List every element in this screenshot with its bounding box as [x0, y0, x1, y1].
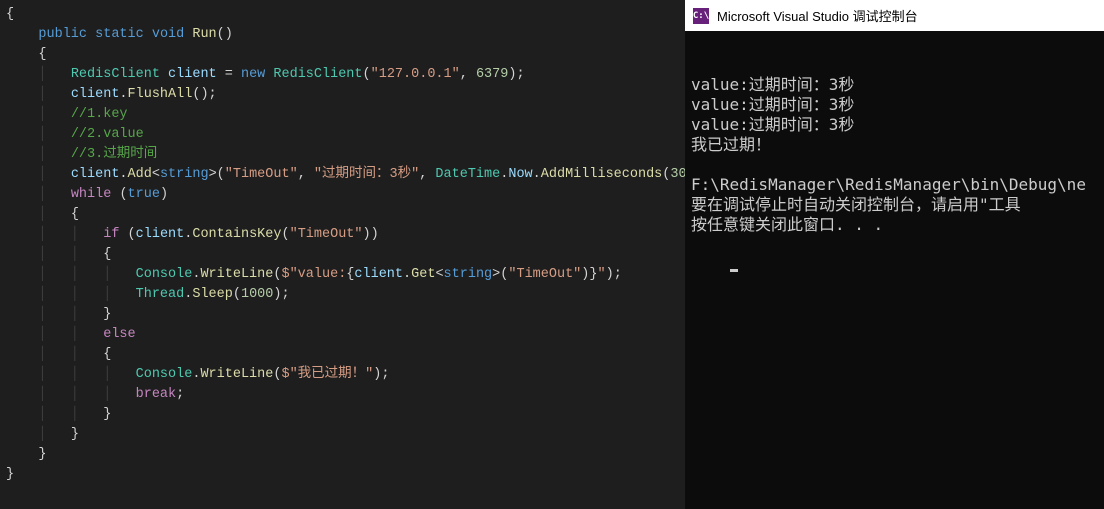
code-line[interactable]: }	[0, 465, 685, 485]
code-editor[interactable]: { public static void Run() { │ RedisClie…	[0, 0, 685, 509]
code-line[interactable]: │ //3.过期时间	[0, 145, 685, 165]
code-line[interactable]: │ client.Add<string>("TimeOut", "过期时间：3秒…	[0, 165, 685, 185]
console-line: 我已过期！	[691, 135, 1098, 155]
console-window: C:\ Microsoft Visual Studio 调试控制台 value:…	[685, 0, 1104, 509]
console-line	[691, 155, 1098, 175]
code-line[interactable]: │ │ {	[0, 345, 685, 365]
console-titlebar[interactable]: C:\ Microsoft Visual Studio 调试控制台	[685, 0, 1104, 31]
code-line[interactable]: │ │ }	[0, 305, 685, 325]
code-line[interactable]: │ │ │ Console.WriteLine($"我已过期！");	[0, 365, 685, 385]
console-title: Microsoft Visual Studio 调试控制台	[717, 6, 918, 25]
code-line[interactable]: │ RedisClient client = new RedisClient("…	[0, 65, 685, 85]
code-line[interactable]: │ //1.key	[0, 105, 685, 125]
code-line[interactable]: │ while (true)	[0, 185, 685, 205]
console-line: value:过期时间：3秒	[691, 115, 1098, 135]
code-line[interactable]: │ //2.value	[0, 125, 685, 145]
code-line[interactable]: │ │ else	[0, 325, 685, 345]
code-line[interactable]: }	[0, 445, 685, 465]
code-line[interactable]: │ │ if (client.ContainsKey("TimeOut"))	[0, 225, 685, 245]
code-line[interactable]: public static void Run()	[0, 25, 685, 45]
code-line[interactable]: │ │ {	[0, 245, 685, 265]
console-line: value:过期时间：3秒	[691, 75, 1098, 95]
code-line[interactable]: │ client.FlushAll();	[0, 85, 685, 105]
code-container: { public static void Run() { │ RedisClie…	[0, 5, 685, 485]
code-line[interactable]: {	[0, 45, 685, 65]
console-line: 按任意键关闭此窗口. . .	[691, 215, 1098, 235]
console-line: value:过期时间：3秒	[691, 95, 1098, 115]
console-cursor	[730, 269, 738, 272]
code-line[interactable]: │ }	[0, 425, 685, 445]
console-line: F:\RedisManager\RedisManager\bin\Debug\n…	[691, 175, 1098, 195]
console-output[interactable]: value:过期时间：3秒value:过期时间：3秒value:过期时间：3秒我…	[685, 31, 1104, 299]
console-line: 要在调试停止时自动关闭控制台，请启用"工具	[691, 195, 1098, 215]
code-line[interactable]: │ │ }	[0, 405, 685, 425]
code-line[interactable]: │ │ │ break;	[0, 385, 685, 405]
code-line[interactable]: │ │ │ Thread.Sleep(1000);	[0, 285, 685, 305]
code-line[interactable]: │ {	[0, 205, 685, 225]
code-line[interactable]: │ │ │ Console.WriteLine($"value:{client.…	[0, 265, 685, 285]
console-app-icon: C:\	[693, 8, 709, 24]
code-line[interactable]: {	[0, 5, 685, 25]
